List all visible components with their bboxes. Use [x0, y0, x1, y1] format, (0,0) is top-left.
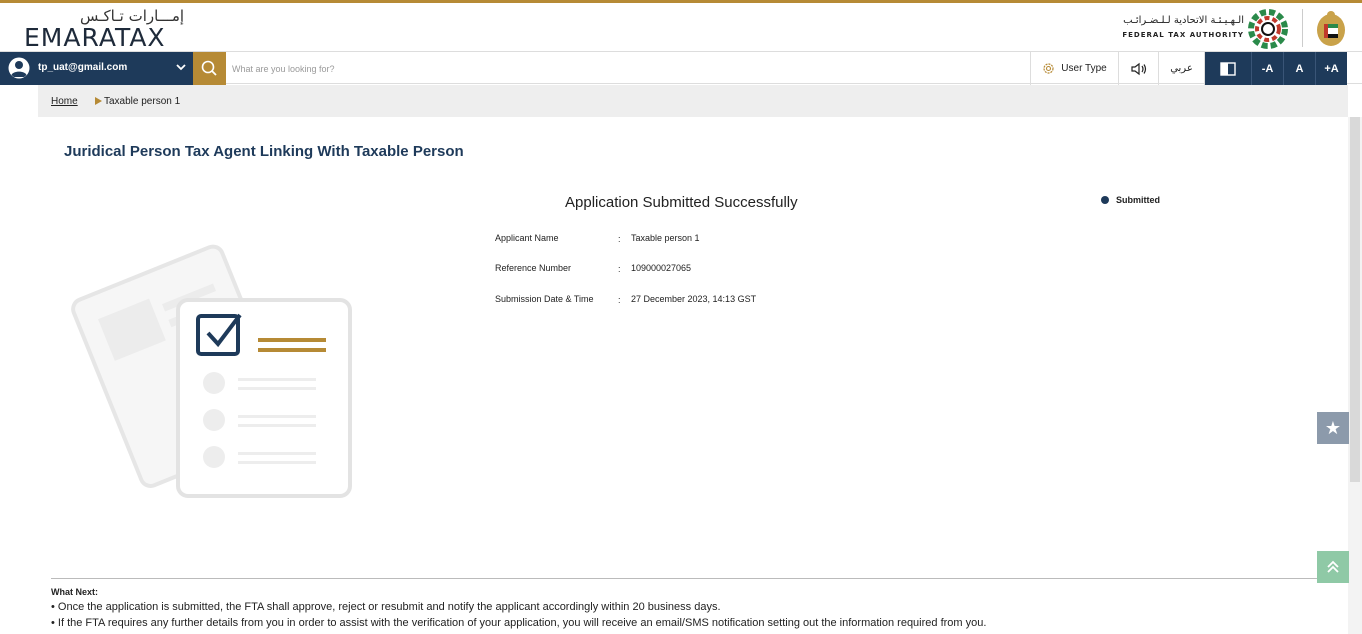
contrast-button[interactable]: [1204, 52, 1251, 85]
nav-tools: User Type عربي -A A +A: [1030, 52, 1347, 85]
user-type-button[interactable]: User Type: [1030, 52, 1118, 85]
breadcrumb-current: Taxable person 1: [104, 96, 181, 107]
search-icon: [201, 60, 217, 76]
scroll-thumb[interactable]: [1350, 117, 1360, 482]
detail-colon: :: [618, 295, 621, 305]
page-scrollbar[interactable]: [1348, 117, 1362, 634]
logo-english[interactable]: EMARATAX: [24, 23, 166, 52]
detail-label: Submission Date & Time: [495, 294, 594, 304]
section-divider: [51, 578, 1348, 579]
detail-label: Reference Number: [495, 263, 572, 273]
chevron-down-icon[interactable]: [175, 61, 187, 73]
top-navbar: tp_uat@gmail.com User Type عربي: [0, 51, 1362, 85]
breadcrumb-separator-icon: [95, 97, 102, 105]
gear-icon: [1043, 63, 1054, 74]
user-type-label: User Type: [1061, 63, 1107, 74]
user-email: tp_uat@gmail.com: [38, 62, 128, 73]
detail-colon: :: [618, 234, 621, 244]
detail-label: Applicant Name: [495, 233, 559, 243]
main-content: Juridical Person Tax Agent Linking With …: [38, 117, 1348, 634]
status-dot-icon: [1101, 196, 1109, 204]
what-next-heading: What Next:: [51, 587, 98, 597]
audio-button[interactable]: [1118, 52, 1158, 85]
detail-value: 109000027065: [631, 263, 692, 273]
detail-value: 27 December 2023, 14:13 GST: [631, 294, 757, 304]
scroll-to-top-button[interactable]: [1317, 551, 1349, 583]
speaker-icon: [1130, 62, 1146, 75]
detail-colon: :: [618, 264, 621, 274]
site-header: إمـــارات تـاكـس EMARATAX الـهـيـئـة الا…: [0, 3, 1362, 52]
status-badge: Submitted: [1101, 195, 1160, 205]
detail-value: Taxable person 1: [631, 233, 700, 243]
font-increase-button[interactable]: +A: [1315, 52, 1347, 85]
success-title: Application Submitted Successfully: [565, 194, 798, 211]
contrast-icon: [1220, 61, 1236, 76]
fta-logo-english: FEDERAL TAX AUTHORITY: [1122, 31, 1244, 39]
breadcrumb: Home Taxable person 1: [38, 85, 1348, 117]
double-chevron-up-icon: [1327, 560, 1339, 573]
favorite-button[interactable]: ★: [1317, 412, 1349, 444]
search-button[interactable]: [193, 52, 226, 85]
what-next-item: • Once the application is submitted, the…: [51, 601, 721, 613]
document-checklist-illustration: [71, 244, 352, 498]
font-reset-button[interactable]: A: [1283, 52, 1315, 85]
search-input[interactable]: [232, 58, 1012, 80]
page-title: Juridical Person Tax Agent Linking With …: [64, 143, 464, 160]
header-divider: [1302, 9, 1303, 47]
user-avatar-icon: [8, 57, 30, 79]
uae-emblem-icon: [1317, 11, 1345, 46]
star-icon: ★: [1324, 417, 1342, 438]
fta-logo[interactable]: الـهـيـئـة الاتحادية لـلـضـرائـب FEDERAL…: [1098, 9, 1288, 49]
language-toggle[interactable]: عربي: [1158, 52, 1204, 85]
fta-logo-arabic: الـهـيـئـة الاتحادية لـلـضـرائـب: [1123, 15, 1244, 26]
what-next-item: • If the FTA requires any further detail…: [51, 617, 987, 629]
status-label: Submitted: [1116, 195, 1160, 205]
user-menu[interactable]: tp_uat@gmail.com: [0, 52, 193, 85]
font-decrease-button[interactable]: -A: [1251, 52, 1283, 85]
fta-emblem-icon: [1248, 9, 1288, 49]
breadcrumb-home-link[interactable]: Home: [51, 96, 78, 107]
